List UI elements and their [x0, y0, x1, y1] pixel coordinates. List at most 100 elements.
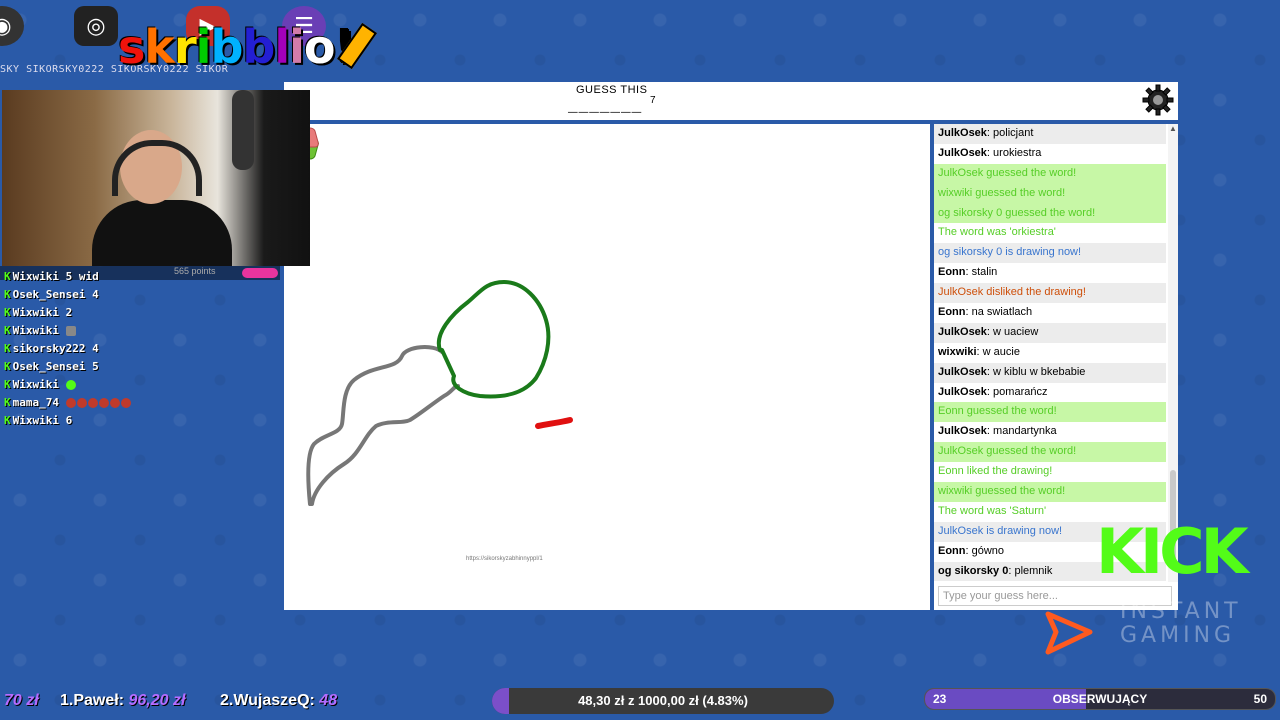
emote-icon	[120, 398, 131, 408]
webcam-feed	[2, 90, 310, 266]
chat-message-author: JulkOsek	[938, 146, 987, 159]
chat-message: wixwiki guessed the word!	[934, 482, 1166, 502]
kick-badge-icon: K	[4, 396, 11, 409]
kick-chat-user: sikorsky222	[12, 342, 86, 355]
drawing	[306, 280, 573, 506]
gear-icon[interactable]	[1142, 84, 1174, 116]
scroll-up-arrow-icon[interactable]: ▲	[1168, 124, 1178, 134]
pink-indicator	[242, 268, 278, 278]
followers-goal-bar: 23 OBSERWUJĄCY 50	[924, 688, 1276, 710]
kick-badge-icon: K	[4, 288, 11, 301]
chat-message-author: Eonn	[938, 266, 966, 279]
kick-chat-message: Ksikorsky222 4	[4, 340, 204, 358]
chat-message: Eonn: stalin	[938, 266, 998, 279]
chat-message: Eonn guessed the word!	[934, 402, 1166, 423]
drawing-stroke-red	[535, 417, 573, 429]
emote-icon	[65, 398, 76, 408]
chat-message-author: wixwiki	[938, 345, 977, 358]
chat-message-text: gówno	[971, 544, 1005, 557]
followers-label: OBSERWUJĄCY	[1052, 692, 1148, 706]
chat-message-text: w uaciew	[993, 325, 1039, 338]
kick-chat-text: 2	[65, 306, 73, 319]
kick-chat-text: 4	[92, 288, 99, 301]
kick-badge-icon: K	[4, 270, 11, 283]
chat-message-text: Eonn guessed the word!	[938, 405, 1057, 418]
chat-message-text: na swiatlach	[971, 306, 1033, 319]
chat-message-text: stalin	[971, 266, 998, 279]
chat-scrollbar[interactable]: ▲	[1168, 124, 1178, 582]
chat-message: JulkOsek: w kiblu w bkebabie	[934, 362, 1166, 383]
instant-gaming-logo: INSTANT GAMING	[1044, 600, 1264, 660]
kick-badge-icon: K	[4, 378, 11, 391]
word-blanks: _______	[568, 98, 643, 116]
donor-entry: 2.WujaszeQ: 48	[220, 692, 338, 709]
chat-message-text: Eonn liked the drawing!	[938, 465, 1053, 478]
kick-chat-message: K Wixwiki 5 wid	[4, 268, 204, 286]
kick-chat-message: K Wixwiki	[4, 322, 204, 340]
word-length: 7	[650, 95, 656, 106]
kick-chat-user: Wixwiki	[12, 414, 59, 427]
kick-chat-text: 6	[65, 414, 73, 427]
chat-message: wixwiki guessed the word!	[934, 183, 1166, 204]
chat-message: Eonn: na swiatlach	[938, 306, 1033, 319]
kick-chat-user: Wixwiki	[12, 270, 59, 283]
chat-message-author: JulkOsek	[938, 365, 987, 378]
chat-message-author: JulkOsek	[938, 425, 987, 438]
chat-message: JulkOsek: w uaciew	[934, 322, 1166, 343]
chat-message-text: plemnik	[1014, 564, 1053, 577]
kick-chat-user: Osek_Sensei	[12, 288, 86, 301]
donor-entry: 1.Paweł: 96,20 zł	[60, 692, 186, 709]
chat-message: og sikorsky 0 is drawing now!	[934, 243, 1166, 264]
kick-badge-icon: K	[4, 414, 11, 427]
canvas-watermark: https://sikorskyzabhinnyppl/1	[466, 556, 543, 562]
emote-icon	[76, 398, 87, 408]
skribbl-logo: skribblio!	[118, 20, 355, 74]
chat-message: JulkOsek guessed the word!	[934, 163, 1166, 184]
chat-message-text: policjant	[993, 127, 1034, 139]
chat-message: JulkOsek disliked the drawing!	[934, 283, 1166, 304]
kick-chat-text: 5 wid	[65, 270, 99, 283]
kick-chat-user: Wixwiki	[12, 306, 59, 319]
kick-badge-icon: K	[4, 306, 11, 319]
kick-badge-icon: K	[4, 342, 11, 355]
microphone	[232, 90, 254, 170]
chat-message-text: pomarańcz	[993, 385, 1048, 398]
chat-message: JulkOsek: urokiestra	[938, 146, 1042, 159]
chat-message: og sikorsky 0 guessed the word!	[934, 203, 1166, 224]
instagram-icon: ◎	[74, 6, 118, 46]
chat-message-text: JulkOsek guessed the word!	[938, 445, 1077, 458]
donation-goal-text: 48,30 zł z 1000,00 zł (4.83%)	[578, 693, 748, 708]
kick-chat-user: Osek_Sensei	[12, 360, 86, 373]
kick-chat-message: Kmama_74	[4, 394, 204, 412]
kick-chat-message: K Osek_Sensei 4	[4, 286, 204, 304]
chat-message-text: The word was 'orkiestra'	[938, 226, 1056, 239]
chat-message: JulkOsek guessed the word!	[934, 442, 1166, 463]
kick-chat-message: K Wixwiki 2	[4, 304, 204, 322]
chat-message-text: wixwiki guessed the word!	[938, 186, 1066, 199]
kick-chat-user: mama_74	[12, 396, 59, 409]
kick-logo: KICK	[1096, 515, 1249, 588]
emote-icon	[65, 380, 76, 390]
followers-goal: 50	[1253, 692, 1267, 706]
chat-message: The word was 'orkiestra'	[934, 223, 1166, 243]
chat-message-text: og sikorsky 0 guessed the word!	[938, 206, 1096, 219]
chat-message-text: JulkOsek disliked the drawing!	[938, 286, 1086, 299]
chat-message-text: mandartynka	[993, 425, 1057, 438]
chat-message-author: Eonn	[938, 306, 966, 319]
chat-message: JulkOsek: mandartynka	[938, 425, 1057, 438]
chat-message-text: The word was 'Saturn'	[938, 504, 1047, 517]
chat-message-author: og sikorsky 0	[938, 564, 1009, 577]
game-header: GUESS THIS _______ 7	[284, 82, 1178, 120]
kick-chat-text: 4	[92, 342, 99, 355]
kick-badge-icon: K	[4, 360, 11, 373]
chat-message: JulkOsek: policjant	[934, 124, 1166, 144]
kick-chat: K Wixwiki 5 wid K Osek_Sensei 4 K Wixwiki 2KW…	[4, 268, 204, 430]
drawing-canvas[interactable]: https://sikorskyzabhinnyppl/1	[284, 124, 930, 610]
chat-message-text: w kiblu w bkebabie	[993, 365, 1086, 378]
drawing-stroke-gray	[306, 345, 460, 506]
chat-message: JulkOsek: pomarańcz	[938, 385, 1048, 398]
chat-message-text: JulkOsek is drawing now!	[938, 524, 1063, 537]
instant-gaming-icon	[1045, 611, 1093, 655]
chat-message-author: JulkOsek	[938, 385, 987, 398]
instant-gaming-text: INSTANT GAMING	[1120, 599, 1242, 648]
